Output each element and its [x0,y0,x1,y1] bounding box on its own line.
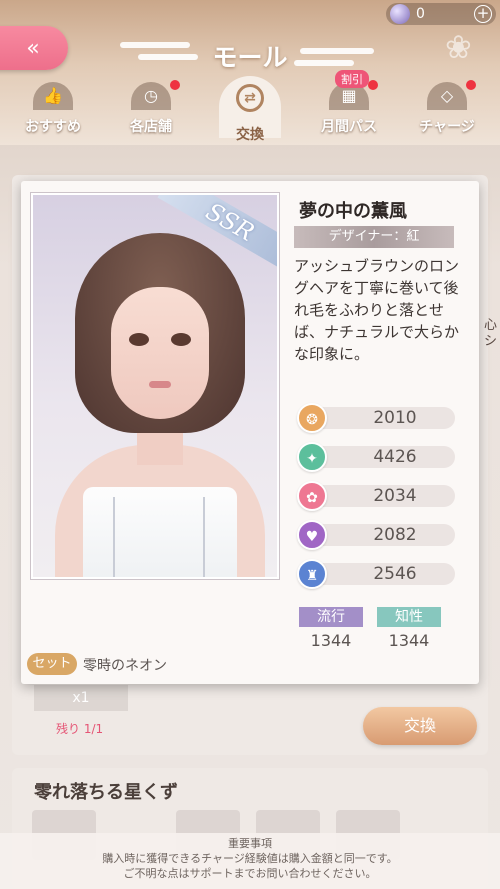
discount-badge: 割引 [335,70,369,88]
item-name: 夢の中の薫風 [299,201,407,222]
tab-recommended[interactable]: 👍 おすすめ [10,78,96,140]
set-name[interactable]: 零時のネオン [83,655,167,675]
stripe [203,497,205,577]
currency-value: 0 [416,6,425,22]
tab-label: チャージ [419,119,475,135]
exchange-button[interactable]: 交換 [363,707,477,745]
notice-title: 重要事項 [228,837,272,850]
tab-exchange[interactable]: ⇄ 交換 [207,76,293,143]
currency-display: 0 + [386,3,496,25]
tag-trend-value: 1344 [310,631,352,650]
page-title: モール [212,43,288,72]
stat-value: 4426 [373,447,417,467]
stat-value: 2082 [373,525,417,545]
stat-freshness: ✦ 4426 [297,442,455,472]
tab-charge[interactable]: ◇ チャージ [404,78,490,140]
stat-value: 2034 [373,486,417,506]
tab-label: 月間パス [321,119,377,135]
tag-intellect: 知性 [377,607,441,627]
section-title: 零れ落ちる星くず [34,782,178,803]
tab-label: 各店舗 [130,119,172,135]
tab-bar: 👍 おすすめ ◷ 各店舗 ⇄ 交換 ▦ 月間パス ◇ チャージ [0,76,500,143]
notification-dot [170,80,180,90]
thumbs-up-icon: 👍 [33,82,73,110]
tab-stores[interactable]: ◷ 各店舗 [108,78,194,140]
stat-sweetness: ✿ 2034 [297,481,455,511]
sweetness-icon: ✿ [297,481,327,511]
tag-intellect-value: 1344 [388,631,430,650]
portrait-camisole [83,487,237,577]
quantity-label: x1 [34,685,128,711]
elegance-icon: ❂ [297,403,327,433]
stat-value: 2546 [373,564,417,584]
add-currency-button[interactable]: + [474,5,492,23]
tab-label: おすすめ [25,119,81,135]
mall-screen: ❀ « モール 0 + 👍 おすすめ ◷ 各店舗 ⇄ 交換 ▦ 月間パス ◇ チ… [0,0,500,889]
portrait-eye [171,333,191,346]
exchange-icon: ⇄ [236,84,264,112]
item-description: アッシュブラウンのロングヘアを丁寧に巻いて後れ毛をふわりと落とせば、ナチュラルで… [294,257,460,363]
item-portrait: SSR [30,192,280,580]
portrait-eye [129,333,149,346]
notice-footer: 重要事項 購入時に獲得できるチャージ経験値は購入金額と同一です。 ご不明な点はサ… [0,833,500,889]
notification-dot [368,80,378,90]
portrait-lips [149,381,171,388]
freshness-icon: ✦ [297,442,327,472]
item-detail-popup[interactable]: SSR 夢の中の薫風 デザイナー：紅 アッシュブラウンのロングヘアを丁寧に巻いて… [21,181,479,684]
diamond-icon: ◇ [427,82,467,110]
cool-icon: ♜ [297,559,327,589]
notification-dot [466,80,476,90]
stripe [113,497,115,577]
sexy-icon: ♥ [297,520,327,550]
stat-elegance: ❂ 2010 [297,403,455,433]
stat-sexy: ♥ 2082 [297,520,455,550]
remaining-count: 残り 1/1 [56,722,104,736]
diamond-gem-icon [390,4,410,24]
notice-line: 購入時に獲得できるチャージ経験値は購入金額と同一です。 [102,852,398,865]
side-text: 心シ [484,318,498,349]
stat-cool: ♜ 2546 [297,559,455,589]
clock-icon: ◷ [131,82,171,110]
stat-value: 2010 [373,408,417,428]
portrait-face [111,287,209,419]
tag-trend: 流行 [299,607,363,627]
designer-label: デザイナー：紅 [294,226,454,248]
tab-label: 交換 [236,127,264,143]
notice-line: ご不明な点はサポートまでお問い合わせください。 [123,867,377,880]
set-badge: セット [27,653,77,675]
